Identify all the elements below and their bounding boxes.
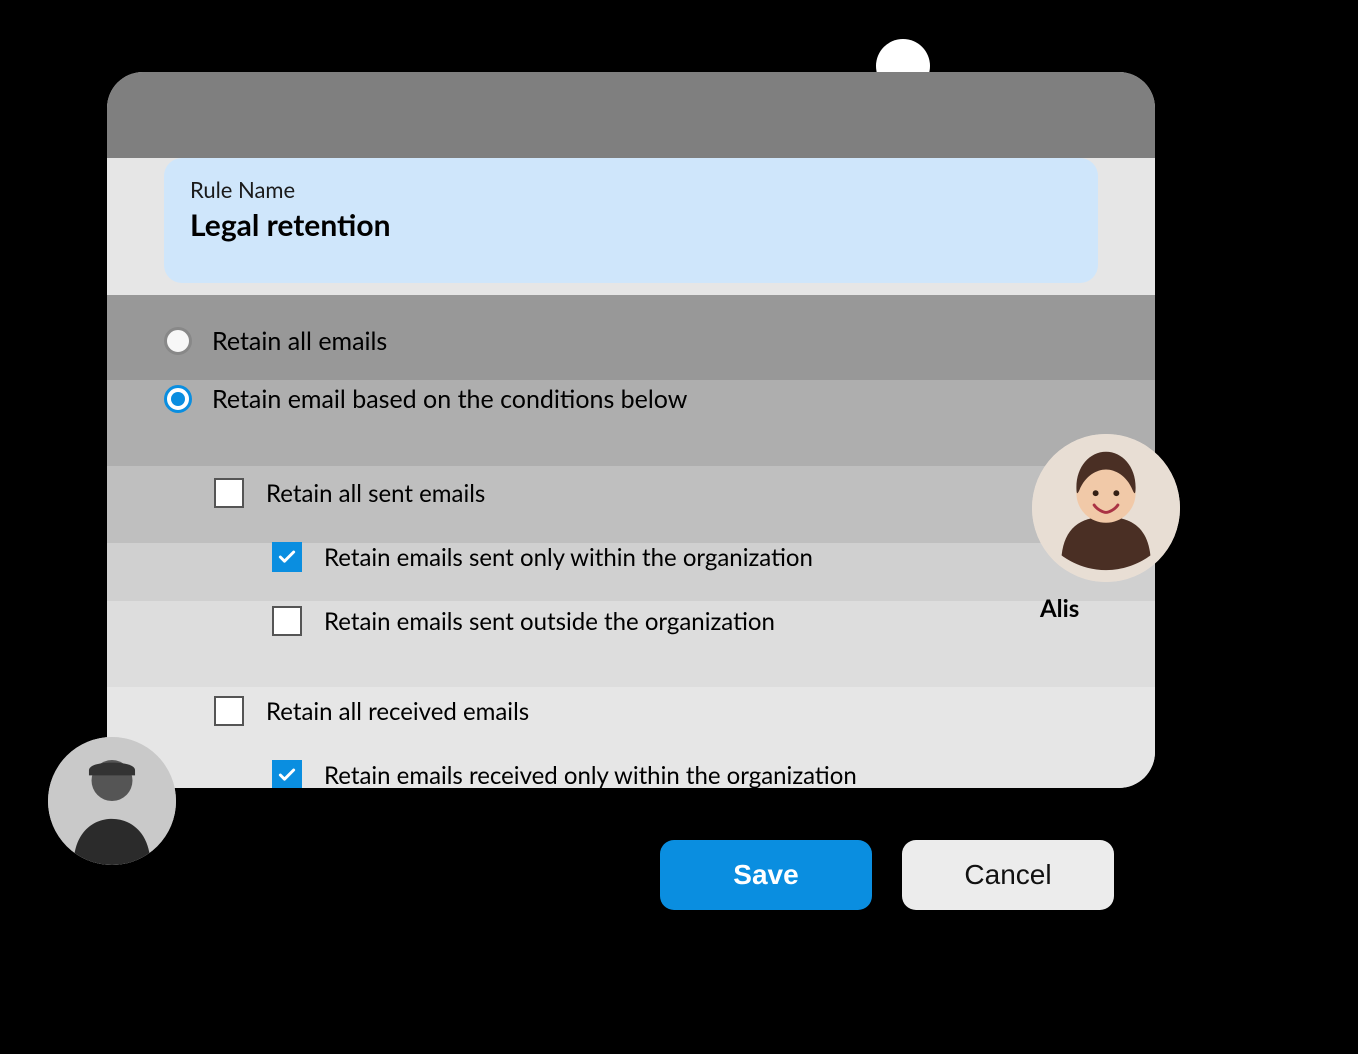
avatar-right xyxy=(1032,434,1180,582)
check-retain-sent-internal[interactable]: Retain emails sent only within the organ… xyxy=(272,534,1098,580)
radio-icon xyxy=(164,327,192,355)
radio-retain-conditional[interactable]: Retain email based on the conditions bel… xyxy=(164,370,1098,428)
radio-retain-all[interactable]: Retain all emails xyxy=(164,312,1098,370)
checkbox-label: Retain emails received only within the o… xyxy=(324,761,857,789)
checkbox-label: Retain emails sent outside the organizat… xyxy=(324,607,775,636)
rule-name-value: Legal retention xyxy=(190,207,1072,243)
rule-name-label: Rule Name xyxy=(190,176,1072,203)
stage-background: Rule Name Legal retention Retain all ema… xyxy=(0,0,1358,1054)
dialog-header-bar xyxy=(107,72,1155,158)
radio-label: Retain all emails xyxy=(212,326,387,356)
cancel-button[interactable]: Cancel xyxy=(902,840,1114,910)
rule-name-field[interactable]: Rule Name Legal retention xyxy=(164,158,1098,283)
radio-icon xyxy=(164,385,192,413)
checkbox-label: Retain all sent emails xyxy=(266,479,485,508)
avatar-left xyxy=(48,737,176,865)
condition-checkboxes: Retain all sent emails Retain emails sen… xyxy=(214,470,1098,788)
checkbox-icon xyxy=(214,478,244,508)
save-button[interactable]: Save xyxy=(660,840,872,910)
checkbox-label: Retain emails sent only within the organ… xyxy=(324,543,813,572)
checkbox-label: Retain all received emails xyxy=(266,697,529,726)
check-retain-received-all[interactable]: Retain all received emails xyxy=(214,688,1098,734)
check-retain-received-internal[interactable]: Retain emails received only within the o… xyxy=(272,752,1098,788)
checkbox-icon xyxy=(272,760,302,788)
check-retain-sent-all[interactable]: Retain all sent emails xyxy=(214,470,1098,516)
check-retain-sent-external[interactable]: Retain emails sent outside the organizat… xyxy=(272,598,1098,644)
avatar-right-name: Alis xyxy=(1040,594,1079,623)
checkbox-icon xyxy=(272,606,302,636)
spacer xyxy=(214,662,1098,688)
radio-label: Retain email based on the conditions bel… xyxy=(212,384,687,414)
checkbox-icon xyxy=(214,696,244,726)
options-section: Retain all emails Retain email based on … xyxy=(164,312,1098,788)
checkbox-icon xyxy=(272,542,302,572)
retention-rule-dialog: Rule Name Legal retention Retain all ema… xyxy=(107,72,1155,788)
